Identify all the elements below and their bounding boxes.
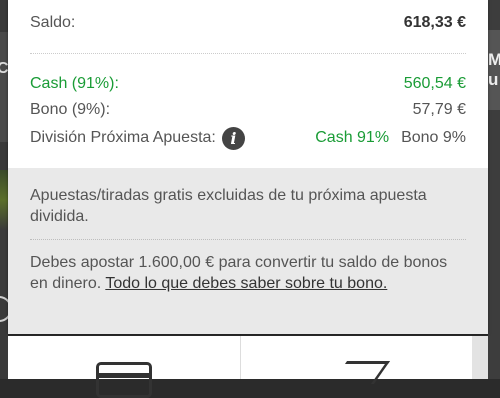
shoe-icon [330,361,390,384]
division-bono: Bono 9% [401,129,466,146]
bonus-info-box: Apuestas/tiradas gratis excluidas de tu … [8,168,488,334]
division-cash: Cash 91% [315,129,390,146]
balance-popup: Saldo: 618,33 € Cash (91%): 560,54 € Bon… [8,0,488,334]
bono-row: Bono (9%): 57,79 € [30,101,466,119]
divider [30,53,466,55]
division-label: División Próxima Apuesta: [30,129,216,146]
bono-label: Bono (9%): [30,101,111,118]
saldo-label: Saldo: [30,14,76,31]
bottom-tiles [8,336,472,398]
saldo-row: Saldo: 618,33 € [30,14,466,32]
cash-row: Cash (91%): 560,54 € [30,75,466,93]
saldo-value: 618,33 € [403,14,466,31]
card-icon [96,362,152,398]
division-split: Cash 91% Bono 9% [315,129,466,147]
cash-value: 560,54 € [403,75,466,92]
sports-tile[interactable] [239,336,472,384]
division-label-wrap: División Próxima Apuesta: i [30,126,245,150]
divider [30,239,466,240]
background-left-image [0,170,8,230]
cash-label: Cash (91%): [30,75,119,92]
info-icon[interactable]: i [221,126,245,150]
background-right-text-2: u [488,70,499,89]
background-left-band [0,32,8,142]
bono-value: 57,79 € [412,101,466,118]
deposit-tile[interactable] [8,336,240,398]
background-right-text-1: M [488,50,500,69]
division-row: División Próxima Apuesta: i Cash 91% Bon… [30,125,466,151]
excluded-note: Apuestas/tiradas gratis excluidas de tu … [30,187,427,225]
bonus-info-link[interactable]: Todo lo que debes saber sobre tu bono. [105,275,387,292]
wager-note: Debes apostar 1.600,00 € para convertir … [30,252,466,294]
tile-edge [472,336,488,379]
